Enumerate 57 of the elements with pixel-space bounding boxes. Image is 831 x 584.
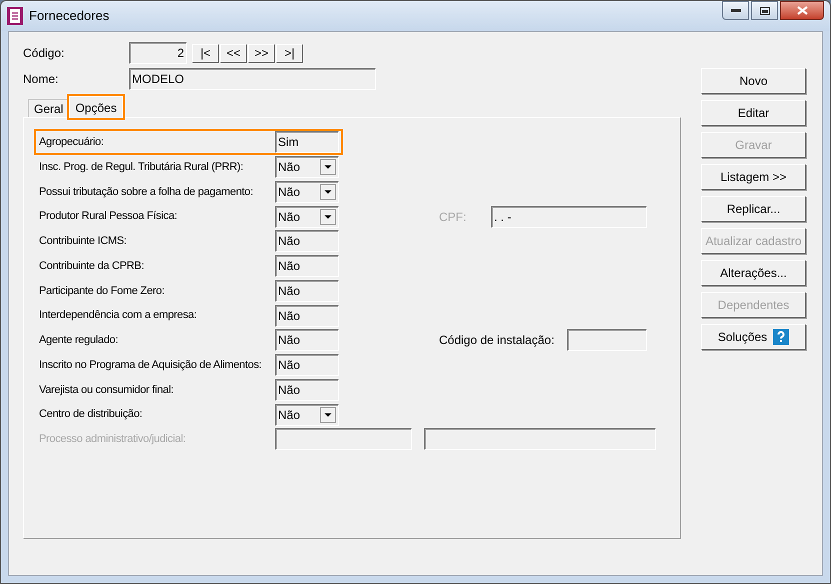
name-field[interactable]: MODELO (129, 68, 376, 90)
option-label: Produtor Rural Pessoa Física: (39, 209, 178, 224)
option-label: Interdependência com a empresa: (39, 308, 198, 324)
field-label: Nome: (23, 71, 60, 88)
caret-icon (320, 159, 336, 176)
close-button[interactable] (780, 1, 824, 20)
restore-icon (760, 6, 770, 14)
text-field[interactable]: Não (275, 354, 339, 376)
dropdown[interactable]: Não (275, 206, 339, 228)
action-button[interactable]: Replicar... (701, 196, 806, 222)
text-field[interactable]: Não (275, 304, 339, 327)
text-field[interactable] (567, 329, 647, 352)
field-label: Código: (23, 45, 66, 62)
dropdown[interactable]: Não (275, 180, 339, 203)
navigation-button[interactable]: >| (276, 44, 303, 62)
text-field[interactable]: Não (275, 230, 339, 252)
caret-icon (320, 208, 336, 225)
action-button[interactable]: Editar (701, 100, 806, 126)
option-label: Varejista ou consumidor final: (39, 382, 174, 398)
text-field[interactable]: Não (275, 378, 339, 401)
option-label: Processo administrativo/judicial: (39, 432, 187, 448)
text-field[interactable]: Não (275, 255, 339, 278)
close-icon (796, 6, 808, 15)
option-label: Contribuinte ICMS: (39, 234, 128, 250)
navigation-button[interactable]: |< (192, 44, 219, 62)
text-field[interactable]: Não (275, 280, 339, 302)
minimize-button[interactable] (722, 1, 749, 20)
document-icon (7, 7, 23, 25)
dropdown[interactable]: Não (275, 156, 339, 178)
option-label: Insc. Prog. de Regul. Tributária Rural (PRR): (39, 160, 244, 175)
action-button[interactable]: Novo (701, 68, 806, 94)
text-field[interactable]: Sim (275, 131, 339, 154)
navigation-button[interactable]: >> (248, 44, 275, 62)
action-button[interactable]: Soluções (701, 324, 806, 350)
dropdown[interactable]: Não (275, 404, 339, 426)
option-label: Centro de distribuição: (39, 407, 144, 422)
minimize-icon (730, 8, 740, 12)
option-label: Agropecuário: (39, 135, 105, 150)
field-label: CPF: (439, 208, 468, 226)
option-label: Participante do Fome Zero: (39, 284, 166, 299)
option-label: Contribuinte da CPRB: (39, 258, 145, 274)
code-field[interactable]: 2 (129, 42, 187, 64)
field-label: Código de instalação: (439, 332, 556, 350)
caret-icon (320, 406, 336, 423)
tab[interactable]: Geral (28, 99, 70, 118)
navigation-button[interactable]: << (220, 44, 247, 62)
maximize-button[interactable] (751, 1, 778, 20)
option-label: Agente regulado: (39, 333, 119, 348)
caret-icon (320, 184, 336, 200)
tab[interactable]: Opções (69, 96, 123, 118)
option-label: Inscrito no Programa de Aquisição de Alimentos: (39, 358, 263, 373)
text-field[interactable]: Não (275, 329, 339, 352)
action-button[interactable]: Alterações... (701, 260, 806, 286)
action-button[interactable]: Listagem >> (701, 164, 806, 190)
window-title: Fornecedores (29, 7, 110, 26)
option-label: Possui tributação sobre a folha de pagamento: (39, 184, 254, 200)
help-icon (773, 329, 790, 345)
